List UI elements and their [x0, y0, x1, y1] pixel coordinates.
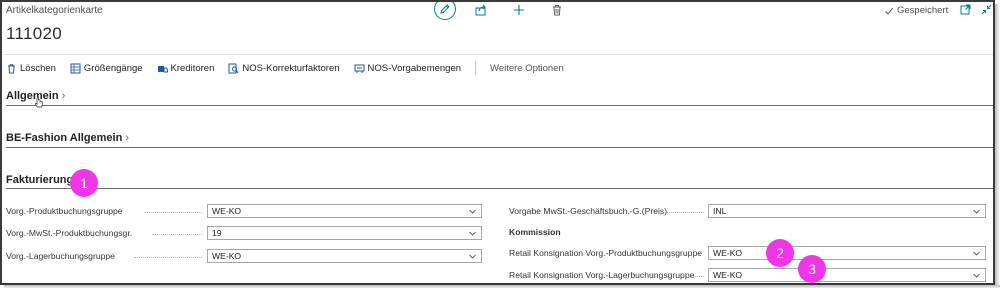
inventory-posting-group-select[interactable]: WE-KO: [207, 249, 482, 263]
retail-consignment-product-group-select[interactable]: WE-KO: [708, 246, 986, 260]
vendors-action-button[interactable]: Kreditoren: [157, 61, 215, 75]
chevron-right-icon: ›: [61, 90, 66, 102]
label-leader: [688, 276, 704, 277]
section-title: BE-Fashion Allgemein: [6, 132, 123, 144]
field-inventory-posting-group: Vorg.-Lagerbuchungsgruppe: [6, 249, 115, 263]
field-product-posting-group: Vorg.-Produktbuchungsgruppe: [6, 204, 123, 218]
product-posting-group-select[interactable]: WE-KO: [207, 204, 482, 218]
label-leader: [665, 212, 704, 213]
select-value: WE-KO: [212, 251, 242, 261]
size-runs-action-button[interactable]: Größengänge: [70, 61, 143, 75]
section-fakturierung-header[interactable]: Fakturierung: [6, 174, 993, 186]
vendor-icon: [157, 63, 168, 74]
field-default-vat-bus-posting-group: Vorgabe MwSt.-Geschäftsbuch.-G.(Preis): [509, 204, 667, 218]
section-title: Fakturierung: [6, 174, 74, 186]
open-in-new-window-icon[interactable]: [960, 4, 971, 15]
page-frame: Artikelkategorienkarte 111020 Gespeicher…: [0, 0, 995, 285]
section-title: Allgemein: [6, 90, 59, 102]
search-doc-icon: [228, 63, 239, 74]
section-divider: [6, 188, 993, 189]
section-allgemein: Allgemein ›: [6, 90, 993, 108]
edit-button[interactable]: [434, 2, 456, 20]
annotation-badge-2: 2: [766, 239, 794, 267]
action-bar: Löschen Größengänge Kreditoren NOS-Korre…: [6, 61, 578, 75]
frame-shadow-right: [995, 4, 1000, 288]
field-label: Retail Konsignation Vorg.-Produktbuchung…: [509, 248, 703, 258]
label-leader: [134, 257, 202, 258]
page-caption: Artikelkategorienkarte: [6, 5, 103, 16]
action-label: NOS-Korrekturfaktoren: [242, 62, 340, 74]
action-label: Kreditoren: [170, 62, 215, 74]
select-value: 19: [212, 228, 222, 238]
select-value: INL: [713, 206, 727, 216]
annotation-badge-1: 1: [70, 169, 98, 197]
action-label: Größengänge: [83, 62, 143, 74]
nos-correction-action-button[interactable]: NOS-Korrekturfaktoren: [228, 61, 340, 75]
field-label: Vorg.-Produktbuchungsgruppe: [6, 206, 123, 216]
header-divider: [4, 54, 993, 55]
action-separator: [475, 61, 477, 75]
checkmark-icon: [885, 7, 894, 15]
field-retail-consignment-inventory-group: Retail Konsignation Vorg.-Lagerbuchungsg…: [509, 268, 694, 282]
share-button[interactable]: [474, 3, 488, 17]
trash-icon: [6, 63, 17, 74]
nos-quantities-action-button[interactable]: NOS-Vorgabemengen: [354, 61, 461, 75]
size-grid-icon: [70, 63, 81, 74]
field-label: Vorg.-Lagerbuchungsgruppe: [6, 251, 115, 261]
vat-product-posting-group-select[interactable]: 19: [207, 226, 482, 240]
field-label: Vorgabe MwSt.-Geschäftsbuch.-G.(Preis): [509, 206, 668, 216]
action-label: Löschen: [20, 62, 56, 74]
field-vat-product-posting-group: Vorg.-MwSt.-Produktbuchungsgr.: [6, 226, 132, 240]
section-allgemein-header[interactable]: Allgemein ›: [6, 90, 993, 102]
field-retail-consignment-product-group: Retail Konsignation Vorg.-Produktbuchung…: [509, 246, 702, 260]
collapse-icon[interactable]: [981, 4, 992, 15]
saved-label: Gespeichert: [897, 5, 949, 16]
select-value: WE-KO: [212, 206, 242, 216]
section-fakturierung: Fakturierung: [6, 174, 993, 192]
chevron-down-icon: [469, 209, 476, 214]
chevron-down-icon: [973, 251, 980, 256]
chevron-right-icon: ›: [125, 132, 129, 144]
field-label: Retail Konsignation Vorg.-Lagerbuchungsg…: [509, 270, 695, 280]
retail-consignment-inventory-group-select[interactable]: WE-KO: [708, 268, 986, 282]
delete-button[interactable]: [550, 3, 564, 17]
delete-action-button[interactable]: Löschen: [6, 61, 56, 75]
action-label: NOS-Vorgabemengen: [367, 62, 462, 74]
section-divider: [6, 147, 993, 148]
section-divider: [6, 105, 993, 106]
label-leader: [144, 212, 202, 213]
field-label: Vorg.-MwSt.-Produktbuchungsgr.: [6, 228, 133, 238]
annotation-badge-3: 3: [798, 255, 826, 283]
more-options-button[interactable]: Weitere Optionen: [490, 61, 564, 75]
plus-icon: [514, 5, 524, 15]
window-controls: [960, 4, 992, 15]
add-button[interactable]: [512, 3, 526, 17]
chevron-down-icon: [469, 254, 476, 259]
select-value: WE-KO: [713, 270, 743, 280]
share-icon: [475, 4, 486, 16]
pencil-icon: [440, 4, 450, 14]
select-value: WE-KO: [713, 248, 743, 258]
mouse-cursor-icon: [34, 97, 43, 108]
trash-icon: [553, 5, 561, 16]
default-vat-bus-posting-group-select[interactable]: INL: [708, 204, 986, 218]
chevron-down-icon: [973, 273, 980, 278]
label-leader: [152, 234, 202, 235]
section-be-fashion: BE-Fashion Allgemein ›: [6, 132, 993, 150]
page-title: 111020: [6, 24, 63, 43]
chevron-down-icon: [469, 231, 476, 236]
saved-status: Gespeichert: [884, 5, 948, 16]
section-be-fashion-header[interactable]: BE-Fashion Allgemein ›: [6, 132, 993, 144]
quantity-icon: [354, 63, 365, 74]
chevron-down-icon: [973, 209, 980, 214]
kommission-heading: Kommission: [509, 227, 561, 237]
